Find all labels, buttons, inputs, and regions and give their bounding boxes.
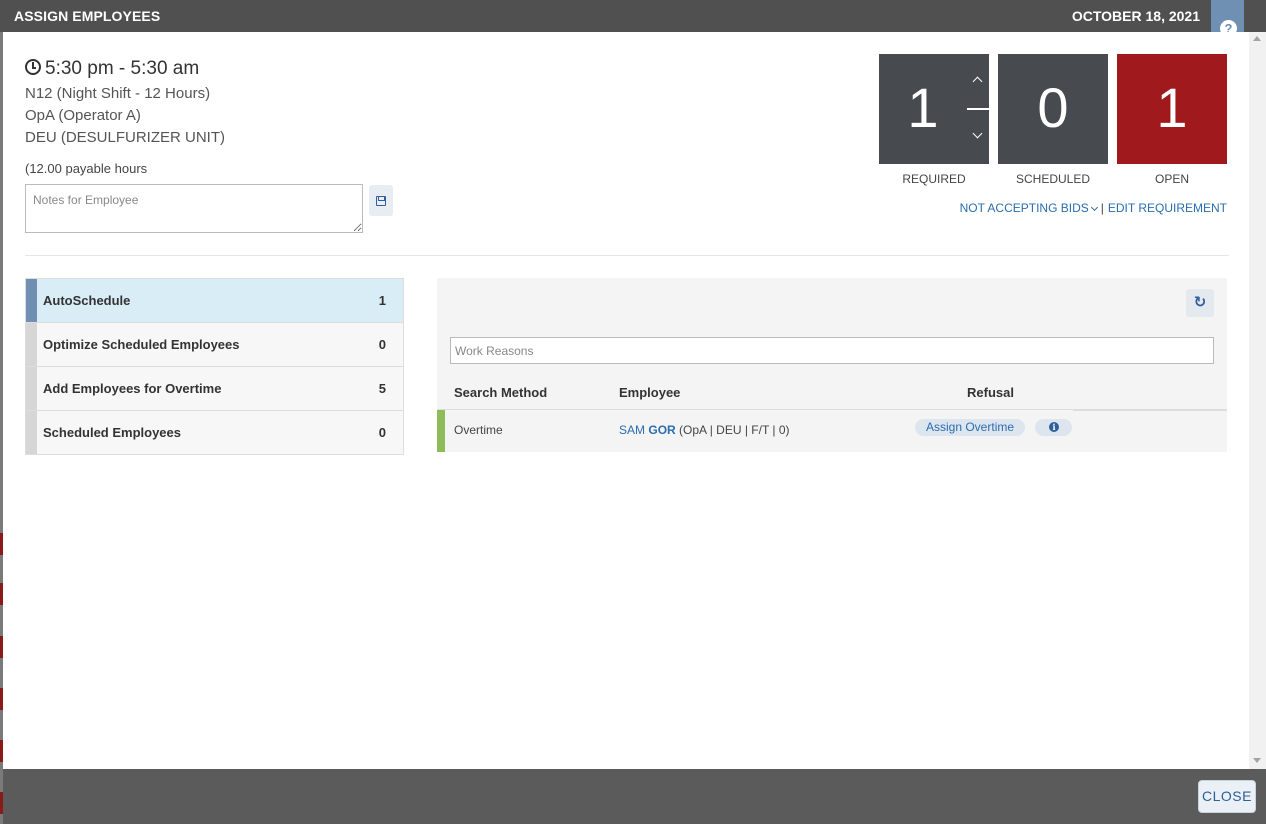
employee-link[interactable]: SAM GOR	[619, 423, 676, 437]
shift-name: N12 (Night Shift - 12 Hours)	[25, 85, 211, 102]
menu-item-optimize-scheduled[interactable]: Optimize Scheduled Employees 0	[26, 323, 403, 367]
menu-item-label: Scheduled Employees	[43, 425, 181, 440]
header-date: OCTOBER 18, 2021	[1071, 8, 1200, 24]
row-status-bar	[437, 410, 445, 452]
info-icon: i	[1049, 422, 1059, 432]
shift-time-text: 5:30 pm - 5:30 am	[45, 58, 200, 79]
required-label: REQUIRED	[902, 172, 966, 186]
close-button[interactable]: CLOSE	[1198, 780, 1256, 813]
save-icon	[376, 195, 386, 206]
table-row: Overtime SAM GOR (OpA | DEU | F/T | 0) A…	[437, 410, 1073, 452]
section-divider	[25, 255, 1229, 256]
employee-info-button[interactable]: i	[1035, 419, 1072, 436]
requirement-links: NOT ACCEPTING BIDS | EDIT REQUIREMENT	[960, 201, 1227, 215]
menu-item-add-overtime[interactable]: Add Employees for Overtime 5	[26, 367, 403, 411]
column-header-employee: Employee	[619, 385, 681, 400]
scroll-down-arrow-icon	[1253, 758, 1261, 763]
decrement-required-button[interactable]	[967, 110, 989, 164]
column-header-refusal: Refusal	[967, 385, 1014, 400]
menu-item-label: AutoSchedule	[43, 293, 131, 308]
clock-icon	[25, 59, 41, 75]
menu-item-autoschedule[interactable]: AutoSchedule 1	[26, 279, 403, 323]
assign-overtime-button[interactable]: Assign Overtime	[915, 419, 1026, 436]
chevron-up-icon	[972, 76, 983, 87]
scheduled-label: SCHEDULED	[1015, 172, 1090, 186]
menu-item-scheduled-employees[interactable]: Scheduled Employees 0	[26, 411, 403, 454]
required-count: 1	[879, 54, 967, 164]
shift-time: 5:30 pm - 5:30 am	[25, 58, 199, 80]
payable-hours: (12.00 payable hours	[25, 161, 148, 176]
employee-first-name: SAM	[619, 423, 646, 437]
menu-item-label: Add Employees for Overtime	[43, 381, 222, 396]
modal-body: 5:30 pm - 5:30 am N12 (Night Shift - 12 …	[3, 32, 1249, 769]
column-header-search-method: Search Method	[454, 385, 548, 400]
menu-item-count: 0	[378, 425, 386, 440]
work-reasons-input[interactable]	[450, 337, 1214, 364]
vertical-scrollbar[interactable]	[1249, 32, 1266, 769]
save-notes-button[interactable]	[369, 185, 393, 216]
refresh-icon: ↻	[1193, 294, 1207, 311]
employee-details: (OpA | DEU | F/T | 0)	[679, 423, 790, 437]
menu-item-count: 1	[378, 293, 386, 308]
modal-header: ASSIGN EMPLOYEES OCTOBER 18, 2021	[0, 0, 1266, 32]
unit-name: DEU (DESULFURIZER UNIT)	[25, 129, 226, 146]
row-employee: SAM GOR (OpA | DEU | F/T | 0)	[619, 423, 790, 437]
edit-requirement-link[interactable]: EDIT REQUIREMENT	[1108, 201, 1227, 215]
bids-dropdown[interactable]: NOT ACCEPTING BIDS	[959, 201, 1098, 215]
row-search-method: Overtime	[454, 423, 503, 437]
menu-item-count: 0	[378, 337, 386, 352]
autoschedule-panel: ↻ Search Method Employee Refusal Overtim…	[437, 278, 1227, 452]
notes-for-employee-field[interactable]	[25, 184, 363, 233]
position-name: OpA (Operator A)	[25, 107, 141, 124]
chevron-down-icon	[1090, 203, 1098, 212]
refresh-button[interactable]: ↻	[1186, 289, 1214, 317]
bids-dropdown-label: NOT ACCEPTING BIDS	[959, 201, 1089, 215]
schedule-method-menu: AutoSchedule 1 Optimize Scheduled Employ…	[25, 278, 404, 455]
employee-last-name: GOR	[648, 423, 676, 437]
open-count: 1	[1117, 54, 1227, 164]
link-separator: |	[1100, 201, 1104, 215]
menu-item-count: 5	[378, 381, 386, 396]
scroll-up-arrow-icon	[1253, 36, 1261, 41]
required-stepper	[967, 54, 989, 164]
chevron-down-icon	[972, 128, 983, 139]
modal-title: ASSIGN EMPLOYEES	[14, 8, 161, 24]
modal-footer: CLOSE	[3, 769, 1266, 824]
open-label: OPEN	[1154, 172, 1189, 186]
increment-required-button[interactable]	[967, 54, 989, 108]
scheduled-count: 0	[998, 54, 1108, 164]
menu-item-label: Optimize Scheduled Employees	[43, 337, 240, 352]
